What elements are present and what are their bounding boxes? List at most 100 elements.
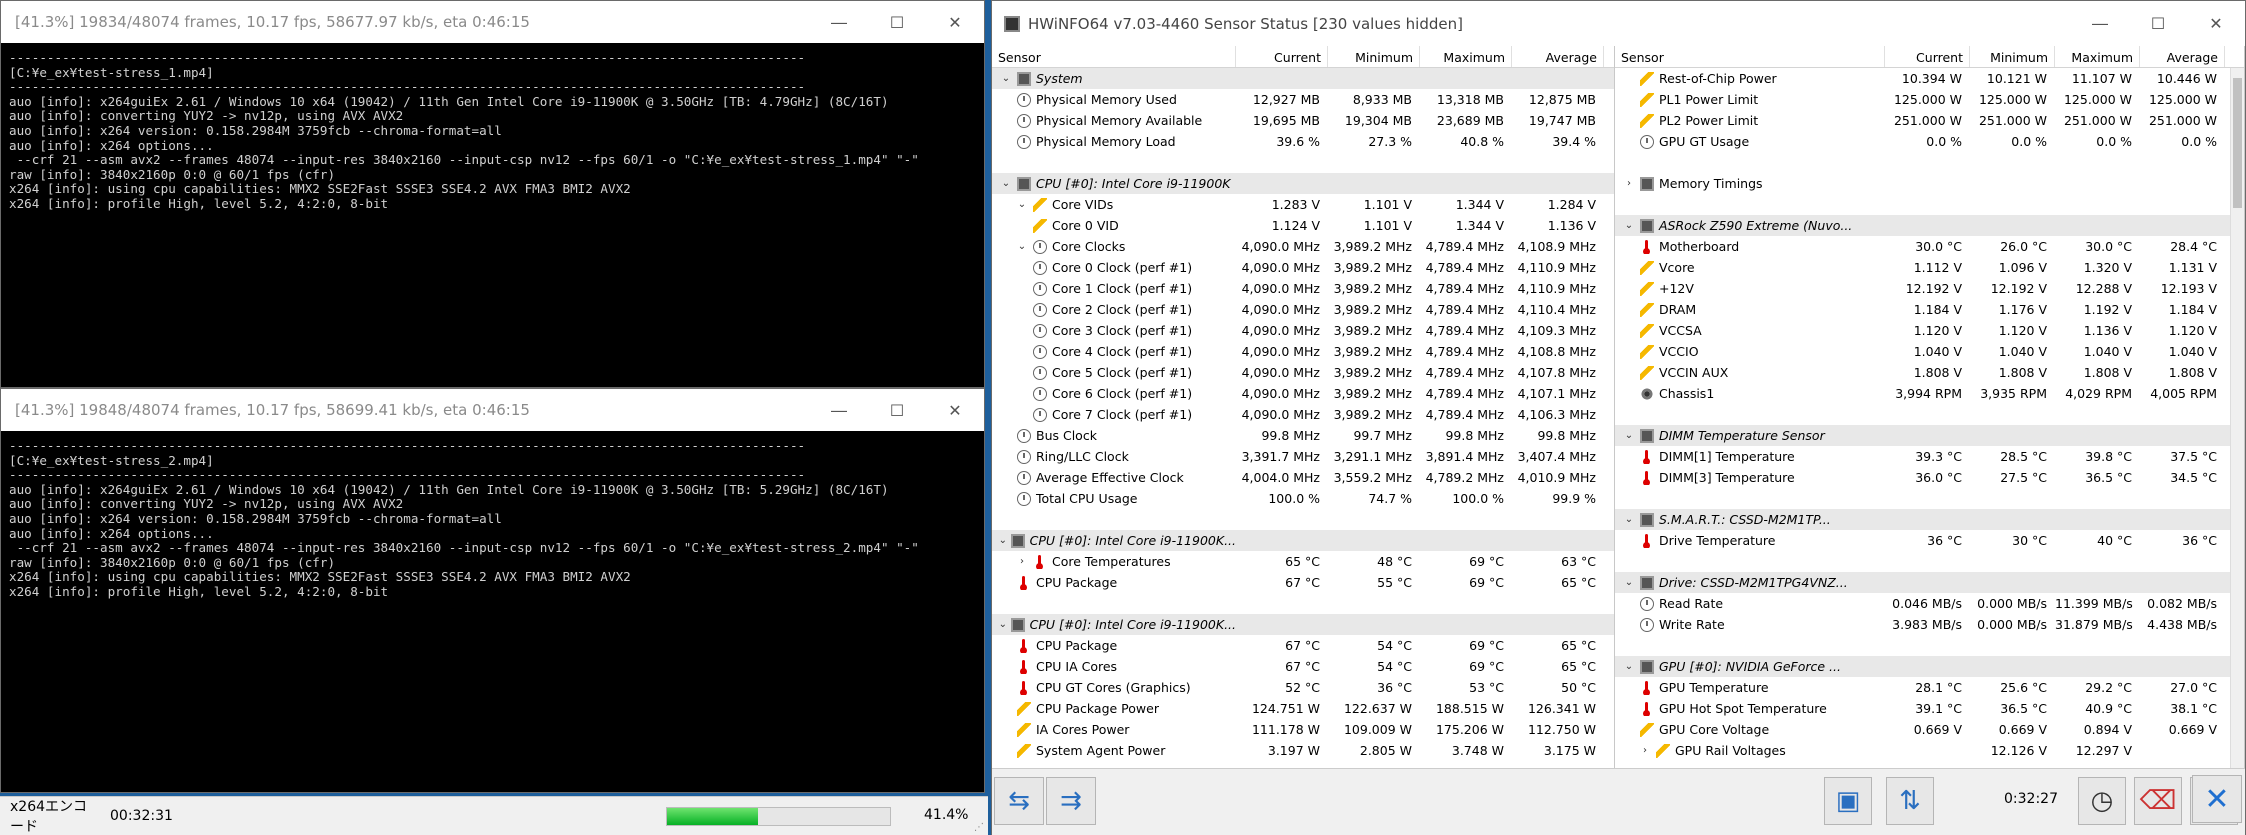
sensor-row[interactable]: IA Cores Power 111.178 W 109.009 W 175.206 … bbox=[992, 719, 1614, 740]
sensor-row[interactable]: › Core Temperatures 65 °C 48 °C 69 °C 63 °C bbox=[992, 551, 1614, 572]
sensor-pane-right[interactable]: Sensor Current Minimum Maximum Average R… bbox=[1615, 46, 2245, 768]
maximize-button[interactable]: ☐ bbox=[2129, 1, 2187, 46]
sensor-row[interactable]: DIMM[1] Temperature 39.3 °C 28.5 °C 39.8 °C… bbox=[1615, 446, 2244, 467]
close-icon[interactable]: ✕ bbox=[2192, 775, 2242, 823]
sensor-row[interactable]: System Agent Power 3.197 W 2.805 W 3.748 W 3… bbox=[992, 740, 1614, 761]
sensor-row[interactable]: Core 0 Clock (perf #1) 4,090.0 MHz 3,989.2… bbox=[992, 257, 1614, 278]
header-minimum[interactable]: Minimum bbox=[1328, 46, 1420, 67]
header-minimum[interactable]: Minimum bbox=[1970, 46, 2055, 67]
sensor-row[interactable]: CPU Package 67 °C 55 °C 69 °C 65 °C bbox=[992, 572, 1614, 593]
network-share-icon[interactable]: ⇅ bbox=[1886, 777, 1934, 825]
sensor-row[interactable]: Total CPU Usage 100.0 % 74.7 % 100.0 % 99.9 … bbox=[992, 488, 1614, 509]
chevron-down-icon[interactable]: ⌄ bbox=[998, 619, 1008, 630]
sensor-row[interactable]: Chassis1 3,994 RPM 3,935 RPM 4,029 RPM 4,005… bbox=[1615, 383, 2244, 404]
chevron-down-icon[interactable]: ⌄ bbox=[1014, 241, 1030, 252]
collapse-left-arrows-icon[interactable]: ⇆ bbox=[994, 777, 1044, 825]
sensor-row[interactable]: Write Rate 3.983 MB/s 0.000 MB/s 31.879 MB/… bbox=[1615, 614, 2244, 635]
sensor-row[interactable]: +12V 12.192 V 12.192 V 12.288 V 12.193 V bbox=[1615, 278, 2244, 299]
close-button[interactable]: ✕ bbox=[2187, 1, 2245, 46]
sensor-row[interactable]: GPU Temperature 28.1 °C 25.6 °C 29.2 °C 27.0… bbox=[1615, 677, 2244, 698]
sensor-row[interactable]: Core 0 VID 1.124 V 1.101 V 1.344 V 1.136 V bbox=[992, 215, 1614, 236]
sensor-row[interactable]: CPU GT Cores (Graphics) 52 °C 36 °C 53 °C 50… bbox=[992, 677, 1614, 698]
sensor-group-row[interactable]: ⌄ System bbox=[992, 68, 1614, 89]
sensor-group-row[interactable]: ⌄ S.M.A.R.T.: CSSD-M2M1TP... bbox=[1615, 509, 2244, 530]
sensor-row[interactable]: GPU GT Usage 0.0 % 0.0 % 0.0 % 0.0 % bbox=[1615, 131, 2244, 152]
sensor-row[interactable]: Read Rate 0.046 MB/s 0.000 MB/s 11.399 MB/s… bbox=[1615, 593, 2244, 614]
title-bar[interactable]: HWiNFO64 v7.03-4460 Sensor Status [230 v… bbox=[992, 1, 2245, 46]
minimize-button[interactable]: ― bbox=[2071, 1, 2129, 46]
sensor-row[interactable]: Motherboard 30.0 °C 26.0 °C 30.0 °C 28.4 °C bbox=[1615, 236, 2244, 257]
title-bar[interactable]: [41.3%] 19848/48074 frames, 10.17 fps, 5… bbox=[1, 389, 984, 431]
clock-icon[interactable]: ◷ bbox=[2078, 777, 2126, 825]
header-current[interactable]: Current bbox=[1236, 46, 1328, 67]
sensor-group-row[interactable]: ⌄ CPU [#0]: Intel Core i9-11900K... bbox=[992, 614, 1614, 635]
sensor-row[interactable]: Physical Memory Load 39.6 % 27.3 % 40.8 % 39… bbox=[992, 131, 1614, 152]
sensor-row[interactable]: Core 1 Clock (perf #1) 4,090.0 MHz 3,989.2… bbox=[992, 278, 1614, 299]
chevron-down-icon[interactable]: ⌄ bbox=[998, 535, 1008, 546]
sensor-row[interactable]: Rest-of-Chip Power 10.394 W 10.121 W 11.107… bbox=[1615, 68, 2244, 89]
close-button[interactable]: ✕ bbox=[926, 389, 984, 431]
header-maximum[interactable]: Maximum bbox=[1420, 46, 1512, 67]
sensor-pane-left[interactable]: Sensor Current Minimum Maximum Average ⌄… bbox=[992, 46, 1615, 768]
chevron-down-icon[interactable]: ⌄ bbox=[1014, 199, 1030, 210]
sensor-group-row[interactable]: ⌄ Drive: CSSD-M2M1TPG4VNZ... bbox=[1615, 572, 2244, 593]
maximize-button[interactable]: ☐ bbox=[868, 389, 926, 431]
maximize-button[interactable]: ☐ bbox=[868, 1, 926, 43]
hwinfo-sensor-window[interactable]: HWiNFO64 v7.03-4460 Sensor Status [230 v… bbox=[991, 0, 2246, 835]
chevron-right-icon[interactable]: › bbox=[1014, 556, 1030, 567]
sensor-row[interactable]: DIMM[3] Temperature 36.0 °C 27.5 °C 36.5 °C… bbox=[1615, 467, 2244, 488]
header-maximum[interactable]: Maximum bbox=[2055, 46, 2140, 67]
sensor-row[interactable]: › GPU Rail Voltages 12.126 V 12.297 V bbox=[1615, 740, 2244, 761]
sensor-row[interactable]: Core 6 Clock (perf #1) 4,090.0 MHz 3,989.2… bbox=[992, 383, 1614, 404]
sensor-row[interactable]: GPU Core Voltage 0.669 V 0.669 V 0.894 V 0.6… bbox=[1615, 719, 2244, 740]
sensor-row[interactable]: Bus Clock 99.8 MHz 99.7 MHz 99.8 MHz 99.8 MH… bbox=[992, 425, 1614, 446]
sensor-row[interactable]: ⌄ Core VIDs 1.283 V 1.101 V 1.344 V 1.284 V bbox=[992, 194, 1614, 215]
sensor-row[interactable]: PL1 Power Limit 125.000 W 125.000 W 125.000… bbox=[1615, 89, 2244, 110]
sensor-row[interactable]: DRAM 1.184 V 1.176 V 1.192 V 1.184 V bbox=[1615, 299, 2244, 320]
sensor-group-row[interactable]: ⌄ CPU [#0]: Intel Core i9-11900K bbox=[992, 173, 1614, 194]
chevron-down-icon[interactable]: ⌄ bbox=[1621, 220, 1637, 231]
sensor-row[interactable]: CPU Package Power 124.751 W 122.637 W 188.5… bbox=[992, 698, 1614, 719]
sensor-group-row[interactable]: ⌄ GPU [#0]: NVIDIA GeForce ... bbox=[1615, 656, 2244, 677]
header-sensor[interactable]: Sensor bbox=[1615, 46, 1885, 67]
sensor-row[interactable]: VCCSA 1.120 V 1.120 V 1.136 V 1.120 V bbox=[1615, 320, 2244, 341]
sensor-row[interactable]: VCCIO 1.040 V 1.040 V 1.040 V 1.040 V bbox=[1615, 341, 2244, 362]
title-bar[interactable]: [41.3%] 19834/48074 frames, 10.17 fps, 5… bbox=[1, 1, 984, 43]
sensor-row[interactable]: Ring/LLC Clock 3,391.7 MHz 3,291.1 MHz 3,89… bbox=[992, 446, 1614, 467]
chevron-right-icon[interactable]: › bbox=[1637, 745, 1653, 756]
sensor-group-row[interactable]: ⌄ DIMM Temperature Sensor bbox=[1615, 425, 2244, 446]
vertical-scrollbar[interactable] bbox=[2230, 68, 2244, 768]
sensor-row[interactable]: Core 4 Clock (perf #1) 4,090.0 MHz 3,989.2… bbox=[992, 341, 1614, 362]
header-average[interactable]: Average bbox=[1512, 46, 1604, 67]
minimize-button[interactable]: ― bbox=[810, 389, 868, 431]
sensor-group-row[interactable]: ⌄ CPU [#0]: Intel Core i9-11900K... bbox=[992, 530, 1614, 551]
scrollbar-thumb[interactable] bbox=[2233, 78, 2242, 208]
close-button[interactable]: ✕ bbox=[926, 1, 984, 43]
sensor-row[interactable]: CPU Package 67 °C 54 °C 69 °C 65 °C bbox=[992, 635, 1614, 656]
sensor-row[interactable]: Physical Memory Available 19,695 MB 19,304… bbox=[992, 110, 1614, 131]
sensor-row[interactable]: Vcore 1.112 V 1.096 V 1.320 V 1.131 V bbox=[1615, 257, 2244, 278]
sensor-row[interactable]: PL2 Power Limit 251.000 W 251.000 W 251.000… bbox=[1615, 110, 2244, 131]
chevron-down-icon[interactable]: ⌄ bbox=[998, 178, 1014, 189]
sensor-row[interactable]: Average Effective Clock 4,004.0 MHz 3,559.… bbox=[992, 467, 1614, 488]
header-average[interactable]: Average bbox=[2140, 46, 2225, 67]
chevron-down-icon[interactable]: ⌄ bbox=[1621, 514, 1637, 525]
sensor-row[interactable]: Core 7 Clock (perf #1) 4,090.0 MHz 3,989.2… bbox=[992, 404, 1614, 425]
sensor-row[interactable]: Core 2 Clock (perf #1) 4,090.0 MHz 3,989.2… bbox=[992, 299, 1614, 320]
sensor-row[interactable]: VCCIN AUX 1.808 V 1.808 V 1.808 V 1.808 V bbox=[1615, 362, 2244, 383]
chevron-down-icon[interactable]: ⌄ bbox=[1621, 577, 1637, 588]
sensor-row[interactable]: Core 5 Clock (perf #1) 4,090.0 MHz 3,989.2… bbox=[992, 362, 1614, 383]
encoder-console-window-2[interactable]: [41.3%] 19848/48074 frames, 10.17 fps, 5… bbox=[0, 388, 985, 793]
sensor-row[interactable]: CPU IA Cores 67 °C 54 °C 69 °C 65 °C bbox=[992, 656, 1614, 677]
resize-grip-icon[interactable]: ⋰ bbox=[974, 822, 984, 833]
minimize-button[interactable]: ― bbox=[810, 1, 868, 43]
chevron-down-icon[interactable]: ⌄ bbox=[998, 73, 1014, 84]
sensor-row[interactable]: ⌄ Core Clocks 4,090.0 MHz 3,989.2 MHz 4,789.… bbox=[992, 236, 1614, 257]
reset-icon[interactable]: ⌫ bbox=[2134, 777, 2182, 825]
sensor-row[interactable]: Drive Temperature 36 °C 30 °C 40 °C 36 °C bbox=[1615, 530, 2244, 551]
chevron-down-icon[interactable]: ⌄ bbox=[1621, 661, 1637, 672]
header-current[interactable]: Current bbox=[1885, 46, 1970, 67]
sensor-row[interactable]: Physical Memory Used 12,927 MB 8,933 MB 13,… bbox=[992, 89, 1614, 110]
encoder-console-window-1[interactable]: [41.3%] 19834/48074 frames, 10.17 fps, 5… bbox=[0, 0, 985, 388]
network-monitor-icon[interactable]: ▣ bbox=[1824, 777, 1872, 825]
